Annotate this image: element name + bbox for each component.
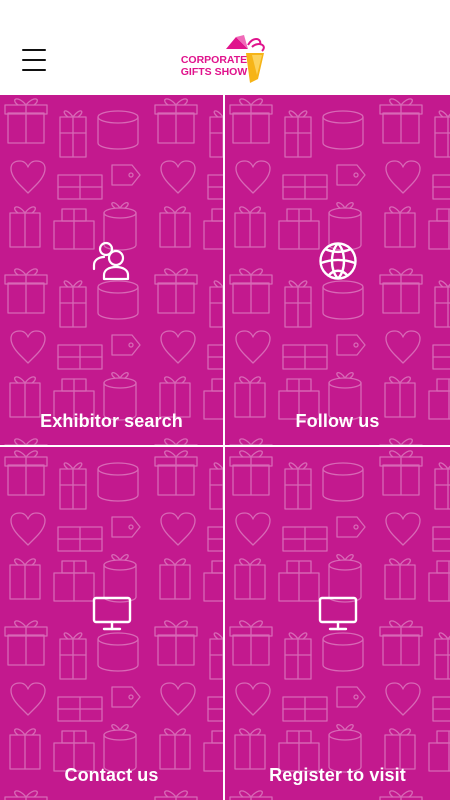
hamburger-menu-icon[interactable]: [22, 47, 48, 73]
follow-us-tile[interactable]: Follow us: [225, 95, 450, 445]
menu-grid: Exhibitor search Follow us Contact us Re…: [0, 95, 450, 800]
logo-line-2: GIFTS SHOW: [181, 66, 248, 78]
globe-icon: [318, 242, 357, 280]
exhibitor-search-tile[interactable]: Exhibitor search: [0, 95, 223, 445]
monitor-icon: [92, 596, 131, 631]
logo-line-1: CORPORATE: [181, 54, 247, 66]
register-to-visit-tile[interactable]: Register to visit: [225, 447, 450, 800]
monitor-icon: [318, 596, 357, 631]
corporate-gifts-show-logo[interactable]: CORPORATE GIFTS SHOW: [178, 35, 270, 85]
app-header: CORPORATE GIFTS SHOW: [0, 0, 450, 95]
follow-us-label: Follow us: [295, 411, 380, 431]
exhibitor-search-label: Exhibitor search: [40, 411, 183, 431]
register-to-visit-label: Register to visit: [269, 765, 406, 785]
people-search-icon: [92, 241, 129, 281]
contact-us-tile[interactable]: Contact us: [0, 447, 223, 800]
contact-us-label: Contact us: [64, 765, 159, 785]
